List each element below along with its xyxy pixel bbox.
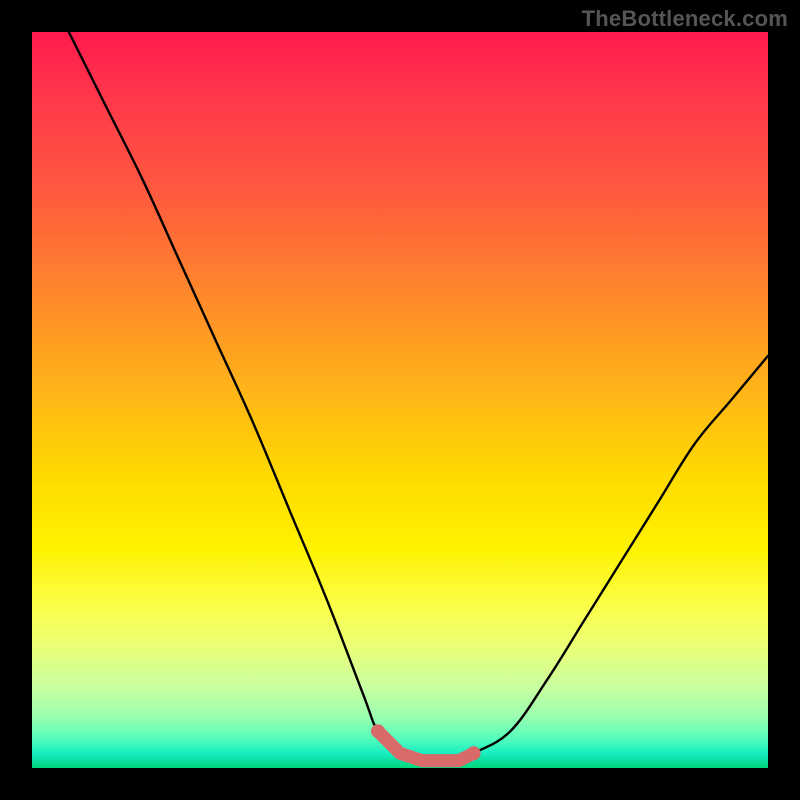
optimal-range-highlight: [378, 731, 474, 760]
plot-area: [32, 32, 768, 768]
highlight-endcap: [467, 746, 481, 760]
bottleneck-curve: [69, 32, 768, 761]
highlight-endcap: [371, 724, 385, 738]
curve-layer: [32, 32, 768, 768]
chart-frame: TheBottleneck.com: [0, 0, 800, 800]
watermark-text: TheBottleneck.com: [582, 6, 788, 32]
